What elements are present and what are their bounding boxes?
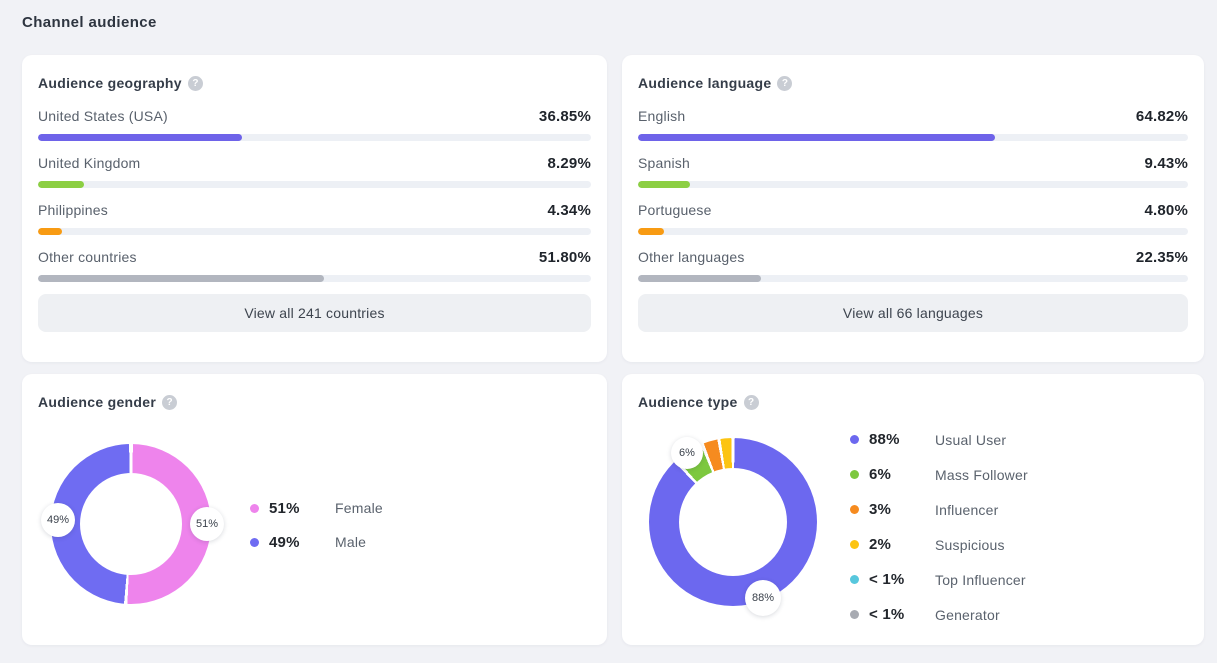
legend-label: Male (335, 534, 366, 550)
help-question-icon[interactable] (188, 76, 203, 91)
help-question-icon[interactable] (777, 76, 792, 91)
card-title: Audience geography (38, 75, 182, 91)
audience-type-card: Audience type 6% 88% 88% Usual User 6% M… (622, 374, 1204, 645)
legend-item-generator: < 1% Generator (850, 597, 1028, 632)
legend-label: Generator (935, 607, 1000, 623)
progress-fill (638, 275, 761, 282)
legend-item-top-influencer: < 1% Top Influencer (850, 562, 1028, 597)
legend-dot (850, 540, 859, 549)
legend-dot-female (250, 504, 259, 513)
language-value: 64.82% (1136, 108, 1188, 125)
legend-value: 2% (869, 536, 919, 553)
progress-fill (38, 275, 324, 282)
progress-track (38, 181, 591, 188)
legend-value: 51% (269, 500, 319, 517)
card-header: Audience gender (38, 392, 591, 412)
card-header: Audience language (638, 73, 1188, 93)
language-label: English (638, 108, 685, 124)
audience-language-card: Audience language English 64.82% Spanish… (622, 55, 1204, 362)
progress-track (638, 181, 1188, 188)
legend-label: Influencer (935, 502, 998, 518)
stat-row: Other languages 22.35% (638, 247, 1188, 282)
gender-donut-chart (51, 444, 211, 604)
progress-track (638, 275, 1188, 282)
country-value: 51.80% (539, 249, 591, 266)
progress-fill (638, 228, 664, 235)
stat-row: United Kingdom 8.29% (38, 153, 591, 188)
type-legend: 88% Usual User 6% Mass Follower 3% Influ… (850, 422, 1028, 632)
country-value: 8.29% (547, 155, 591, 172)
card-header: Audience geography (38, 73, 591, 93)
mass-follower-share-badge: 6% (671, 437, 703, 469)
legend-value: < 1% (869, 571, 919, 588)
language-label: Spanish (638, 155, 690, 171)
legend-dot (850, 575, 859, 584)
legend-dot (850, 610, 859, 619)
legend-dot (850, 435, 859, 444)
progress-track (638, 134, 1188, 141)
legend-label: Female (335, 500, 383, 516)
legend-item-usual-user: 88% Usual User (850, 422, 1028, 457)
legend-item-female: 51% Female (250, 491, 383, 525)
legend-dot-male (250, 538, 259, 547)
audience-geography-card: Audience geography United States (USA) 3… (22, 55, 607, 362)
language-value: 4.80% (1144, 202, 1188, 219)
stat-row: United States (USA) 36.85% (38, 106, 591, 141)
legend-item-mass-follower: 6% Mass Follower (850, 457, 1028, 492)
stat-row: Philippines 4.34% (38, 200, 591, 235)
card-title: Audience gender (38, 394, 156, 410)
female-share-badge: 51% (190, 507, 224, 541)
legend-dot (850, 505, 859, 514)
view-all-languages-button[interactable]: View all 66 languages (638, 294, 1188, 332)
legend-value: 88% (869, 431, 919, 448)
legend-item-suspicious: 2% Suspicious (850, 527, 1028, 562)
legend-label: Usual User (935, 432, 1006, 448)
view-all-countries-button[interactable]: View all 241 countries (38, 294, 591, 332)
progress-fill (38, 228, 62, 235)
country-value: 4.34% (547, 202, 591, 219)
language-label: Other languages (638, 249, 745, 265)
legend-label: Mass Follower (935, 467, 1028, 483)
legend-label: Suspicious (935, 537, 1005, 553)
stat-row: English 64.82% (638, 106, 1188, 141)
legend-value: 49% (269, 534, 319, 551)
progress-fill (638, 181, 690, 188)
help-question-icon[interactable] (162, 395, 177, 410)
card-title: Audience language (638, 75, 771, 91)
help-question-icon[interactable] (744, 395, 759, 410)
legend-value: 3% (869, 501, 919, 518)
page-title: Channel audience (22, 14, 1204, 31)
legend-dot (850, 470, 859, 479)
card-title: Audience type (638, 394, 738, 410)
card-header: Audience type (638, 392, 1188, 412)
legend-item-male: 49% Male (250, 525, 383, 559)
progress-track (638, 228, 1188, 235)
legend-value: < 1% (869, 606, 919, 623)
audience-gender-card: Audience gender 49% 51% 51% Female 49% M… (22, 374, 607, 645)
country-label: Philippines (38, 202, 108, 218)
stat-row: Portuguese 4.80% (638, 200, 1188, 235)
country-label: United Kingdom (38, 155, 140, 171)
language-label: Portuguese (638, 202, 712, 218)
progress-track (38, 134, 591, 141)
progress-fill (38, 181, 84, 188)
male-share-badge: 49% (41, 503, 75, 537)
progress-track (38, 275, 591, 282)
progress-fill (38, 134, 242, 141)
legend-label: Top Influencer (935, 572, 1026, 588)
country-label: Other countries (38, 249, 137, 265)
legend-value: 6% (869, 466, 919, 483)
usual-user-share-badge: 88% (745, 580, 781, 616)
progress-fill (638, 134, 995, 141)
gender-legend: 51% Female 49% Male (250, 491, 383, 559)
legend-item-influencer: 3% Influencer (850, 492, 1028, 527)
country-label: United States (USA) (38, 108, 168, 124)
country-value: 36.85% (539, 108, 591, 125)
stat-row: Spanish 9.43% (638, 153, 1188, 188)
language-value: 22.35% (1136, 249, 1188, 266)
progress-track (38, 228, 591, 235)
language-value: 9.43% (1144, 155, 1188, 172)
stat-row: Other countries 51.80% (38, 247, 591, 282)
cards-grid: Audience geography United States (USA) 3… (22, 55, 1204, 645)
